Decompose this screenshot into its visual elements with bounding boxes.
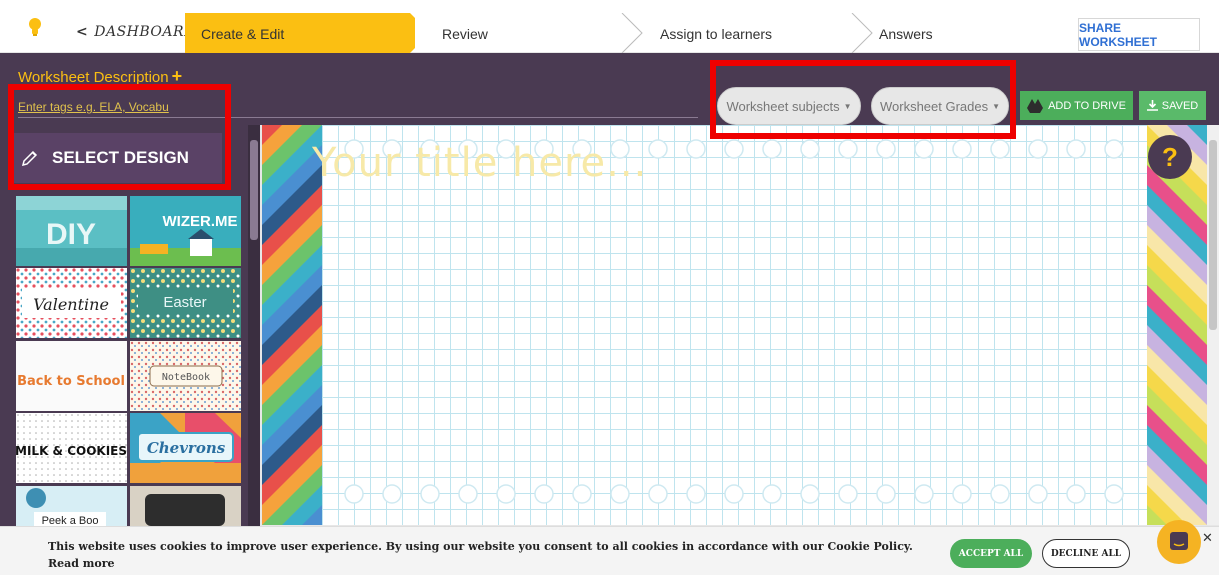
design-thumb-diy[interactable]: DIY — [16, 196, 127, 266]
design-thumb-peek-a-boo[interactable]: Peek a Boo — [16, 486, 127, 526]
design-thumb-label: NoteBook — [162, 372, 210, 383]
design-thumb-label: Easter — [163, 294, 206, 311]
step-assign[interactable]: Assign to learners — [660, 26, 772, 42]
worksheet-description[interactable]: Worksheet Description + — [18, 66, 182, 87]
design-thumb-chalkboard[interactable] — [130, 486, 241, 526]
design-thumb-label: Back to School — [17, 374, 125, 389]
design-thumb-valentine[interactable]: Valentine — [16, 268, 127, 338]
sidebar-scrollbar-thumb[interactable] — [250, 140, 258, 240]
dashboard-label: DASHBOARD — [94, 24, 196, 40]
worksheet-editor: < DASHBOARD Create & Edit Review Assign t… — [0, 0, 1219, 575]
step-review[interactable]: Review — [442, 26, 488, 42]
grades-label: Worksheet Grades — [879, 98, 989, 114]
dashboard-link[interactable]: < DASHBOARD — [76, 24, 196, 40]
download-icon — [1146, 100, 1158, 111]
tags-input[interactable]: Enter tags e.g. ELA, Vocabu — [18, 100, 698, 118]
select-design-label: SELECT DESIGN — [52, 148, 189, 167]
step-divider-icon — [621, 13, 643, 53]
subjects-label: Worksheet subjects — [726, 98, 840, 114]
close-icon[interactable]: ✕ — [1202, 530, 1213, 546]
select-design-button[interactable]: SELECT DESIGN — [12, 133, 222, 183]
design-thumb-label: Valentine — [33, 295, 109, 314]
add-to-drive-button[interactable]: ADD TO DRIVE — [1020, 91, 1133, 120]
decline-all-button[interactable]: DECLINE ALL — [1042, 539, 1130, 568]
chevron-left-icon: < — [76, 24, 89, 40]
design-thumb-notebook[interactable]: NoteBook — [130, 341, 241, 411]
design-thumb-label: Chevrons — [147, 439, 226, 457]
design-thumb-label: WIZER.ME — [163, 213, 238, 230]
chat-icon — [1170, 532, 1188, 550]
right-stripe-border — [1147, 125, 1207, 525]
design-thumb-label: DIY — [46, 218, 96, 251]
design-thumb-milk-cookies[interactable]: MILK & COOKIES — [16, 413, 127, 483]
plus-icon[interactable]: + — [172, 66, 183, 86]
design-thumb-wizer[interactable]: WIZER.ME — [130, 196, 241, 266]
bottom-ring-row — [344, 484, 1124, 504]
design-thumb-easter[interactable]: Easter — [130, 268, 241, 338]
description-label: Worksheet Description — [18, 69, 169, 86]
saved-button[interactable]: SAVED — [1139, 91, 1206, 120]
help-button[interactable]: ? — [1148, 135, 1192, 179]
google-drive-icon — [1027, 98, 1044, 113]
design-thumb-chevrons[interactable]: Chevrons — [130, 413, 241, 483]
step-answers[interactable]: Answers — [879, 26, 933, 42]
caret-down-icon: ▼ — [992, 101, 1001, 111]
share-worksheet-button[interactable]: SHARE WORKSHEET — [1078, 18, 1200, 51]
worksheet-title-input[interactable]: Your title here... — [312, 140, 647, 186]
design-thumb-label: MILK & COOKIES — [16, 444, 127, 458]
step-divider-icon — [851, 13, 873, 53]
step-create-edit-label: Create & Edit — [201, 26, 285, 42]
cookie-message: This website uses cookies to improve use… — [48, 540, 913, 553]
accept-all-button[interactable]: ACCEPT ALL — [950, 539, 1032, 568]
read-more-link[interactable]: Read more — [48, 557, 115, 570]
design-thumb-back-to-school[interactable]: Back to School — [16, 341, 127, 411]
canvas-scrollbar-thumb[interactable] — [1209, 140, 1217, 330]
design-thumb-label: Peek a Boo — [42, 515, 99, 526]
grades-dropdown[interactable]: Worksheet Grades ▼ — [871, 87, 1009, 125]
brush-icon — [21, 150, 38, 167]
drive-label: ADD TO DRIVE — [1048, 99, 1126, 112]
caret-down-icon: ▼ — [843, 101, 852, 111]
chat-widget-button[interactable] — [1157, 520, 1201, 564]
lightbulb-logo-icon[interactable] — [22, 14, 48, 40]
subjects-dropdown[interactable]: Worksheet subjects ▼ — [717, 87, 861, 125]
saved-label: SAVED — [1161, 99, 1199, 112]
